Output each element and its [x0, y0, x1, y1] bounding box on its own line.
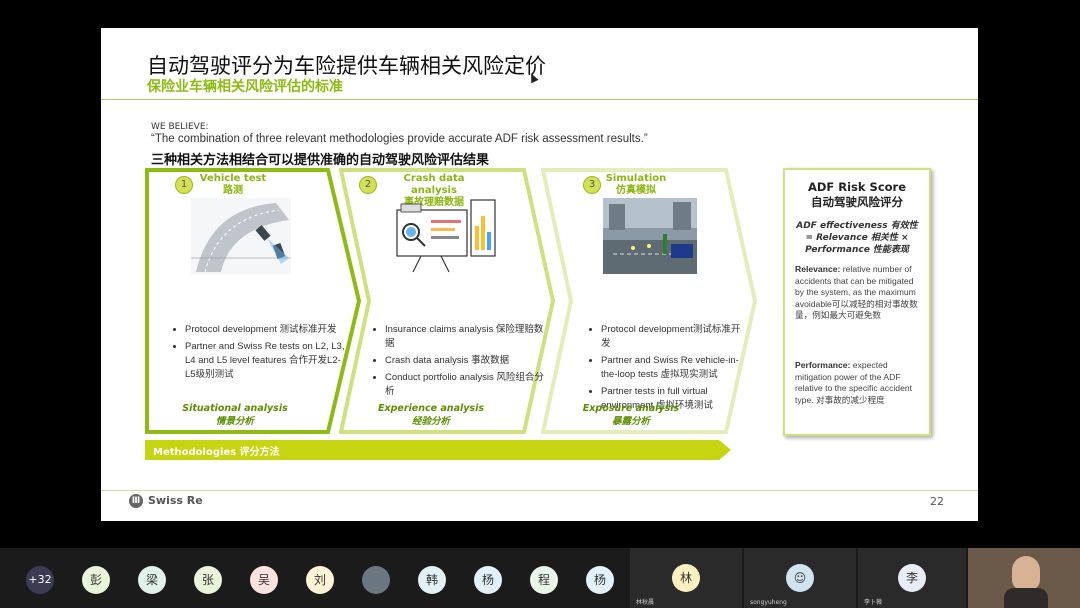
- risk-formula: ADF effectiveness 有效性 = Relevance 相关性 × …: [796, 221, 918, 255]
- panel-bullet-list: Insurance claims analysis 保险理赔数据 Crash d…: [369, 323, 545, 402]
- list-item: Protocol development测试标准开发: [601, 323, 741, 351]
- participant-avatar[interactable]: 刘: [306, 566, 334, 594]
- methodology-panel-crash-data: 2 Crash data analysis 事故理赔数据 Insurance c…: [339, 168, 557, 434]
- participant-avatar[interactable]: 梁: [138, 566, 166, 594]
- panel-title: Vehicle test 路测: [199, 173, 267, 196]
- person-face-shape: [1012, 556, 1040, 590]
- participant-video-tile[interactable]: ☺ songyuheng: [744, 548, 856, 608]
- participant-name: 李卜薇: [864, 599, 883, 606]
- methodology-panel-vehicle-test: 1 Vehicle test 路测 Protocol development 测…: [145, 168, 363, 434]
- methodology-panel-simulation: 3 Simulation 仿真模拟 Protocol development测试…: [541, 168, 759, 434]
- more-participants-button[interactable]: +32: [26, 566, 54, 594]
- panel-analysis-label: Experience analysis 经验分析: [378, 403, 484, 427]
- participant-avatar-cartoon-icon: ☺: [786, 564, 814, 592]
- we-believe-label: WE BELIEVE:: [151, 122, 209, 132]
- participant-avatar[interactable]: 杨: [586, 566, 614, 594]
- relevance-definition: Relevance: relative number of accidents …: [795, 264, 918, 320]
- participant-name: 林秋晨: [636, 599, 655, 606]
- simulation-illustration: [603, 198, 697, 274]
- panel-title: Simulation 仿真模拟: [605, 173, 667, 196]
- presentation-slide: 自动驾驶评分为车险提供车辆相关风险定价 保险业车辆相关风险评估的标准 WE BE…: [101, 28, 978, 521]
- participant-avatar[interactable]: 张: [194, 566, 222, 594]
- list-item: Conduct portfolio analysis 风险组合分析: [385, 371, 545, 399]
- methodologies-label: Methodologies 评分方法: [153, 447, 280, 458]
- list-item: Partner and Swiss Re tests on L2, L3, L4…: [185, 340, 345, 382]
- believe-quote-cn: 三种相关方法相结合可以提供准确的自动驾驶风险评估结果: [151, 153, 490, 168]
- methodologies-bar: Methodologies 评分方法: [145, 440, 731, 460]
- page-number: 22: [930, 495, 944, 508]
- swiss-re-logo-icon: Ⅲ: [129, 494, 143, 508]
- participant-name: songyuheng: [750, 599, 787, 606]
- person-body-shape: [1004, 588, 1048, 608]
- participant-avatar[interactable]: 韩: [418, 566, 446, 594]
- adf-risk-score-box: ADF Risk Score 自动驾驶风险评分 ADF effectivenes…: [783, 168, 931, 436]
- participant-photo-avatar[interactable]: [362, 566, 390, 594]
- performance-definition: Performance: expected mitigation power o…: [795, 360, 913, 405]
- swiss-re-logo: Ⅲ Swiss Re: [129, 494, 203, 508]
- footer-divider: [101, 490, 978, 491]
- list-item: Protocol development 测试标准开发: [185, 323, 345, 337]
- participant-avatar[interactable]: 吴: [250, 566, 278, 594]
- participant-camera-video[interactable]: [968, 548, 1080, 608]
- participant-avatar[interactable]: 彭: [82, 566, 110, 594]
- road-test-illustration: [191, 198, 291, 274]
- slide-subtitle: 保险业车辆相关风险评估的标准: [147, 79, 343, 95]
- participants-strip: +32 彭 梁 张 吴 刘 韩 杨 程 杨 林 林秋晨 ☺ songyuheng…: [0, 548, 1080, 608]
- panel-number-badge: 2: [359, 176, 377, 194]
- participant-avatar[interactable]: 程: [530, 566, 558, 594]
- participant-avatar: 李: [898, 564, 926, 592]
- participant-avatar[interactable]: 杨: [474, 566, 502, 594]
- participant-video-tile[interactable]: 李 李卜薇: [858, 548, 966, 608]
- panel-analysis-label: Exposure analysis 暴露分析: [582, 403, 680, 427]
- list-item: Partner and Swiss Re vehicle-in-the-loop…: [601, 354, 741, 382]
- data-analysis-illustration: [396, 199, 496, 273]
- believe-quote: “The combination of three relevant metho…: [151, 133, 648, 145]
- participant-video-tile[interactable]: 林 林秋晨: [630, 548, 742, 608]
- list-item: Insurance claims analysis 保险理赔数据: [385, 323, 545, 351]
- panel-analysis-label: Situational analysis 情景分析: [182, 403, 288, 427]
- risk-score-title: ADF Risk Score 自动驾驶风险评分: [807, 180, 907, 209]
- panel-bullet-list: Protocol development 测试标准开发 Partner and …: [169, 323, 345, 385]
- panel-number-badge: 1: [175, 176, 193, 194]
- list-item: Crash data analysis 事故数据: [385, 354, 545, 368]
- participant-avatar: 林: [672, 564, 700, 592]
- panel-number-badge: 3: [583, 176, 601, 194]
- title-divider: [101, 99, 978, 100]
